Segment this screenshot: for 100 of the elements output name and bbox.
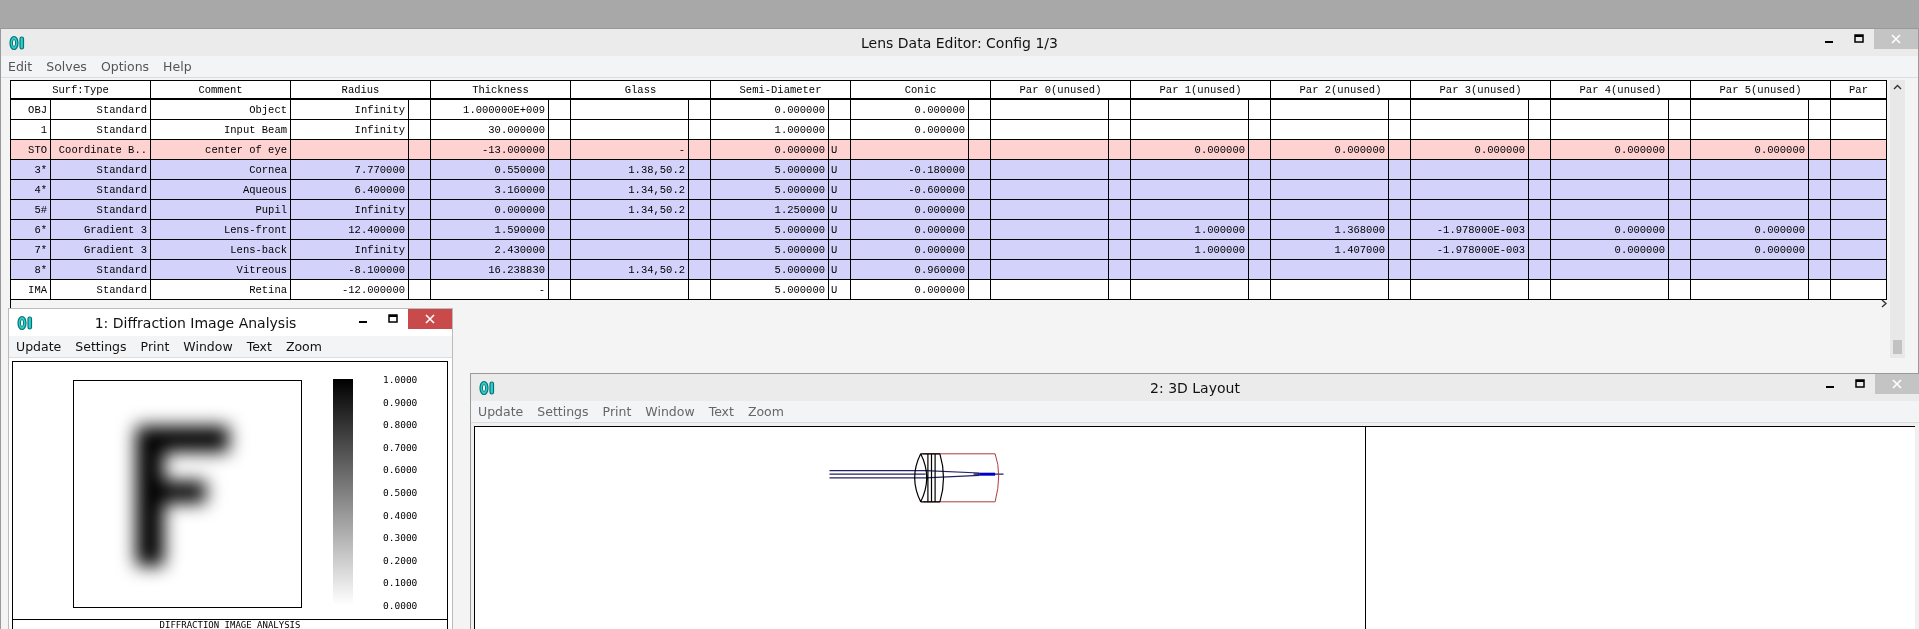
table-cell: 1.34,50.2 [571, 200, 689, 219]
table-cell: 1.368000 [1271, 220, 1389, 239]
column-header: Radius [291, 81, 431, 98]
plot-caption: DIFFRACTION IMAGE ANALYSIS [159, 620, 301, 629]
column-header: Par 3(unused) [1411, 81, 1551, 98]
solve-cell: U [829, 200, 851, 219]
table-cell: 5.000000 [711, 280, 829, 299]
window-title: 2: 3D Layout [1150, 379, 1240, 396]
scale-label: 0.0000 [383, 599, 418, 613]
minimize-icon [359, 321, 367, 323]
table-cell: -1.978000E-003 [1411, 220, 1529, 239]
table-cell: Standard [51, 180, 151, 199]
menu-item[interactable]: Print [133, 339, 177, 354]
menu-item[interactable]: Edit [1, 59, 40, 74]
table-cell: 0.000000 [1691, 140, 1809, 159]
table-cell: 7* [11, 240, 51, 259]
close-icon [1892, 379, 1902, 389]
table-cell: 30.000000 [431, 120, 549, 139]
table-cell: -0.180000 [851, 160, 969, 179]
right-chevron-icon[interactable] [1881, 299, 1887, 308]
table-cell: 0.000000 [851, 200, 969, 219]
table-cell: Aqueous [151, 180, 291, 199]
column-header: Comment [151, 81, 291, 98]
maximize-icon [388, 314, 398, 324]
table-cell: 1.34,50.2 [571, 180, 689, 199]
menu-item[interactable]: Update [471, 404, 531, 419]
app-logo-icon [9, 34, 27, 51]
menu-item[interactable]: Options [93, 59, 157, 74]
table-cell: Standard [51, 200, 151, 219]
up-caret-icon[interactable] [1893, 84, 1902, 90]
menu-item[interactable]: Zoom [740, 404, 791, 419]
column-header: Par 1(unused) [1131, 81, 1271, 98]
table-cell: 6.400000 [291, 180, 409, 199]
scale-label: 0.4000 [383, 509, 418, 523]
table-cell: 12.400000 [291, 220, 409, 239]
scroll-thumb[interactable] [1893, 340, 1902, 354]
table-cell: 1.407000 [1271, 240, 1389, 259]
table-cell: Coordinate B.. [51, 140, 151, 159]
table-cell: -12.000000 [291, 280, 409, 299]
menu-item[interactable]: Window [176, 339, 240, 354]
table-cell: 1.000000 [1131, 240, 1249, 259]
column-header: Glass [571, 81, 711, 98]
scale-label: 0.6000 [383, 464, 418, 478]
table-cell: 0.000000 [431, 200, 549, 219]
window-title: Lens Data Editor: Config 1/3 [861, 34, 1058, 51]
menu-item[interactable]: Text [239, 339, 279, 354]
table-cell: Infinity [291, 120, 409, 139]
table-cell: Standard [51, 280, 151, 299]
menu-item[interactable]: Print [595, 404, 639, 419]
table-cell: 0.000000 [1131, 140, 1249, 159]
table-cell: 0.000000 [851, 280, 969, 299]
column-header: Par 0(unused) [991, 81, 1131, 98]
table-cell: Infinity [291, 240, 409, 259]
menu-item[interactable]: Settings [530, 404, 596, 419]
table-cell: 0.000000 [1551, 140, 1669, 159]
table-cell: 0.960000 [851, 260, 969, 279]
table-cell: 1.000000 [711, 120, 829, 139]
app-logo-icon [479, 379, 497, 396]
table-cell: Lens-back [151, 240, 291, 259]
menu-item[interactable]: Settings [68, 339, 134, 354]
table-cell: Standard [51, 120, 151, 139]
scale-label: 0.5000 [383, 486, 418, 500]
table-cell: Standard [51, 100, 151, 119]
column-header: Surf:Type [11, 81, 151, 98]
scale-label: 0.8000 [383, 419, 418, 433]
menu-item[interactable]: Help [156, 59, 199, 74]
scrollbar[interactable] [1890, 80, 1905, 358]
menu-item[interactable]: Window [638, 404, 702, 419]
menu-item[interactable]: Solves [39, 59, 94, 74]
scale-label: 0.1000 [383, 577, 418, 591]
table-cell: -13.000000 [431, 140, 549, 159]
table-cell: 5.000000 [711, 260, 829, 279]
solve-cell: U [829, 140, 851, 159]
solve-cell: U [829, 260, 851, 279]
table-cell: Standard [51, 260, 151, 279]
maximize-icon [1854, 34, 1864, 44]
table-cell: STO [11, 140, 51, 159]
column-header: Par 5(unused) [1691, 81, 1831, 98]
table-cell: 0.000000 [1271, 140, 1389, 159]
table-cell: 2.430000 [431, 240, 549, 259]
table-cell: 7.770000 [291, 160, 409, 179]
table-cell: 0.000000 [1691, 240, 1809, 259]
minimize-icon [1826, 386, 1834, 388]
table-cell: Lens-front [151, 220, 291, 239]
menu-item[interactable]: Zoom [278, 339, 329, 354]
maximize-icon [1855, 379, 1865, 389]
table-cell: 6* [11, 220, 51, 239]
menu-item[interactable]: Text [701, 404, 741, 419]
column-header: Par 2(unused) [1271, 81, 1411, 98]
table-cell: Cornea [151, 160, 291, 179]
table-cell: 3* [11, 160, 51, 179]
table-cell: 5.000000 [711, 160, 829, 179]
table-cell: 5.000000 [711, 180, 829, 199]
table-cell: 1.250000 [711, 200, 829, 219]
scale-label: 0.9000 [383, 396, 418, 410]
scale-label: 1.0000 [383, 374, 418, 387]
solve-cell: U [829, 280, 851, 299]
table-cell: 0.000000 [711, 100, 829, 119]
minimize-icon [1825, 41, 1833, 43]
menu-item[interactable]: Update [9, 339, 69, 354]
